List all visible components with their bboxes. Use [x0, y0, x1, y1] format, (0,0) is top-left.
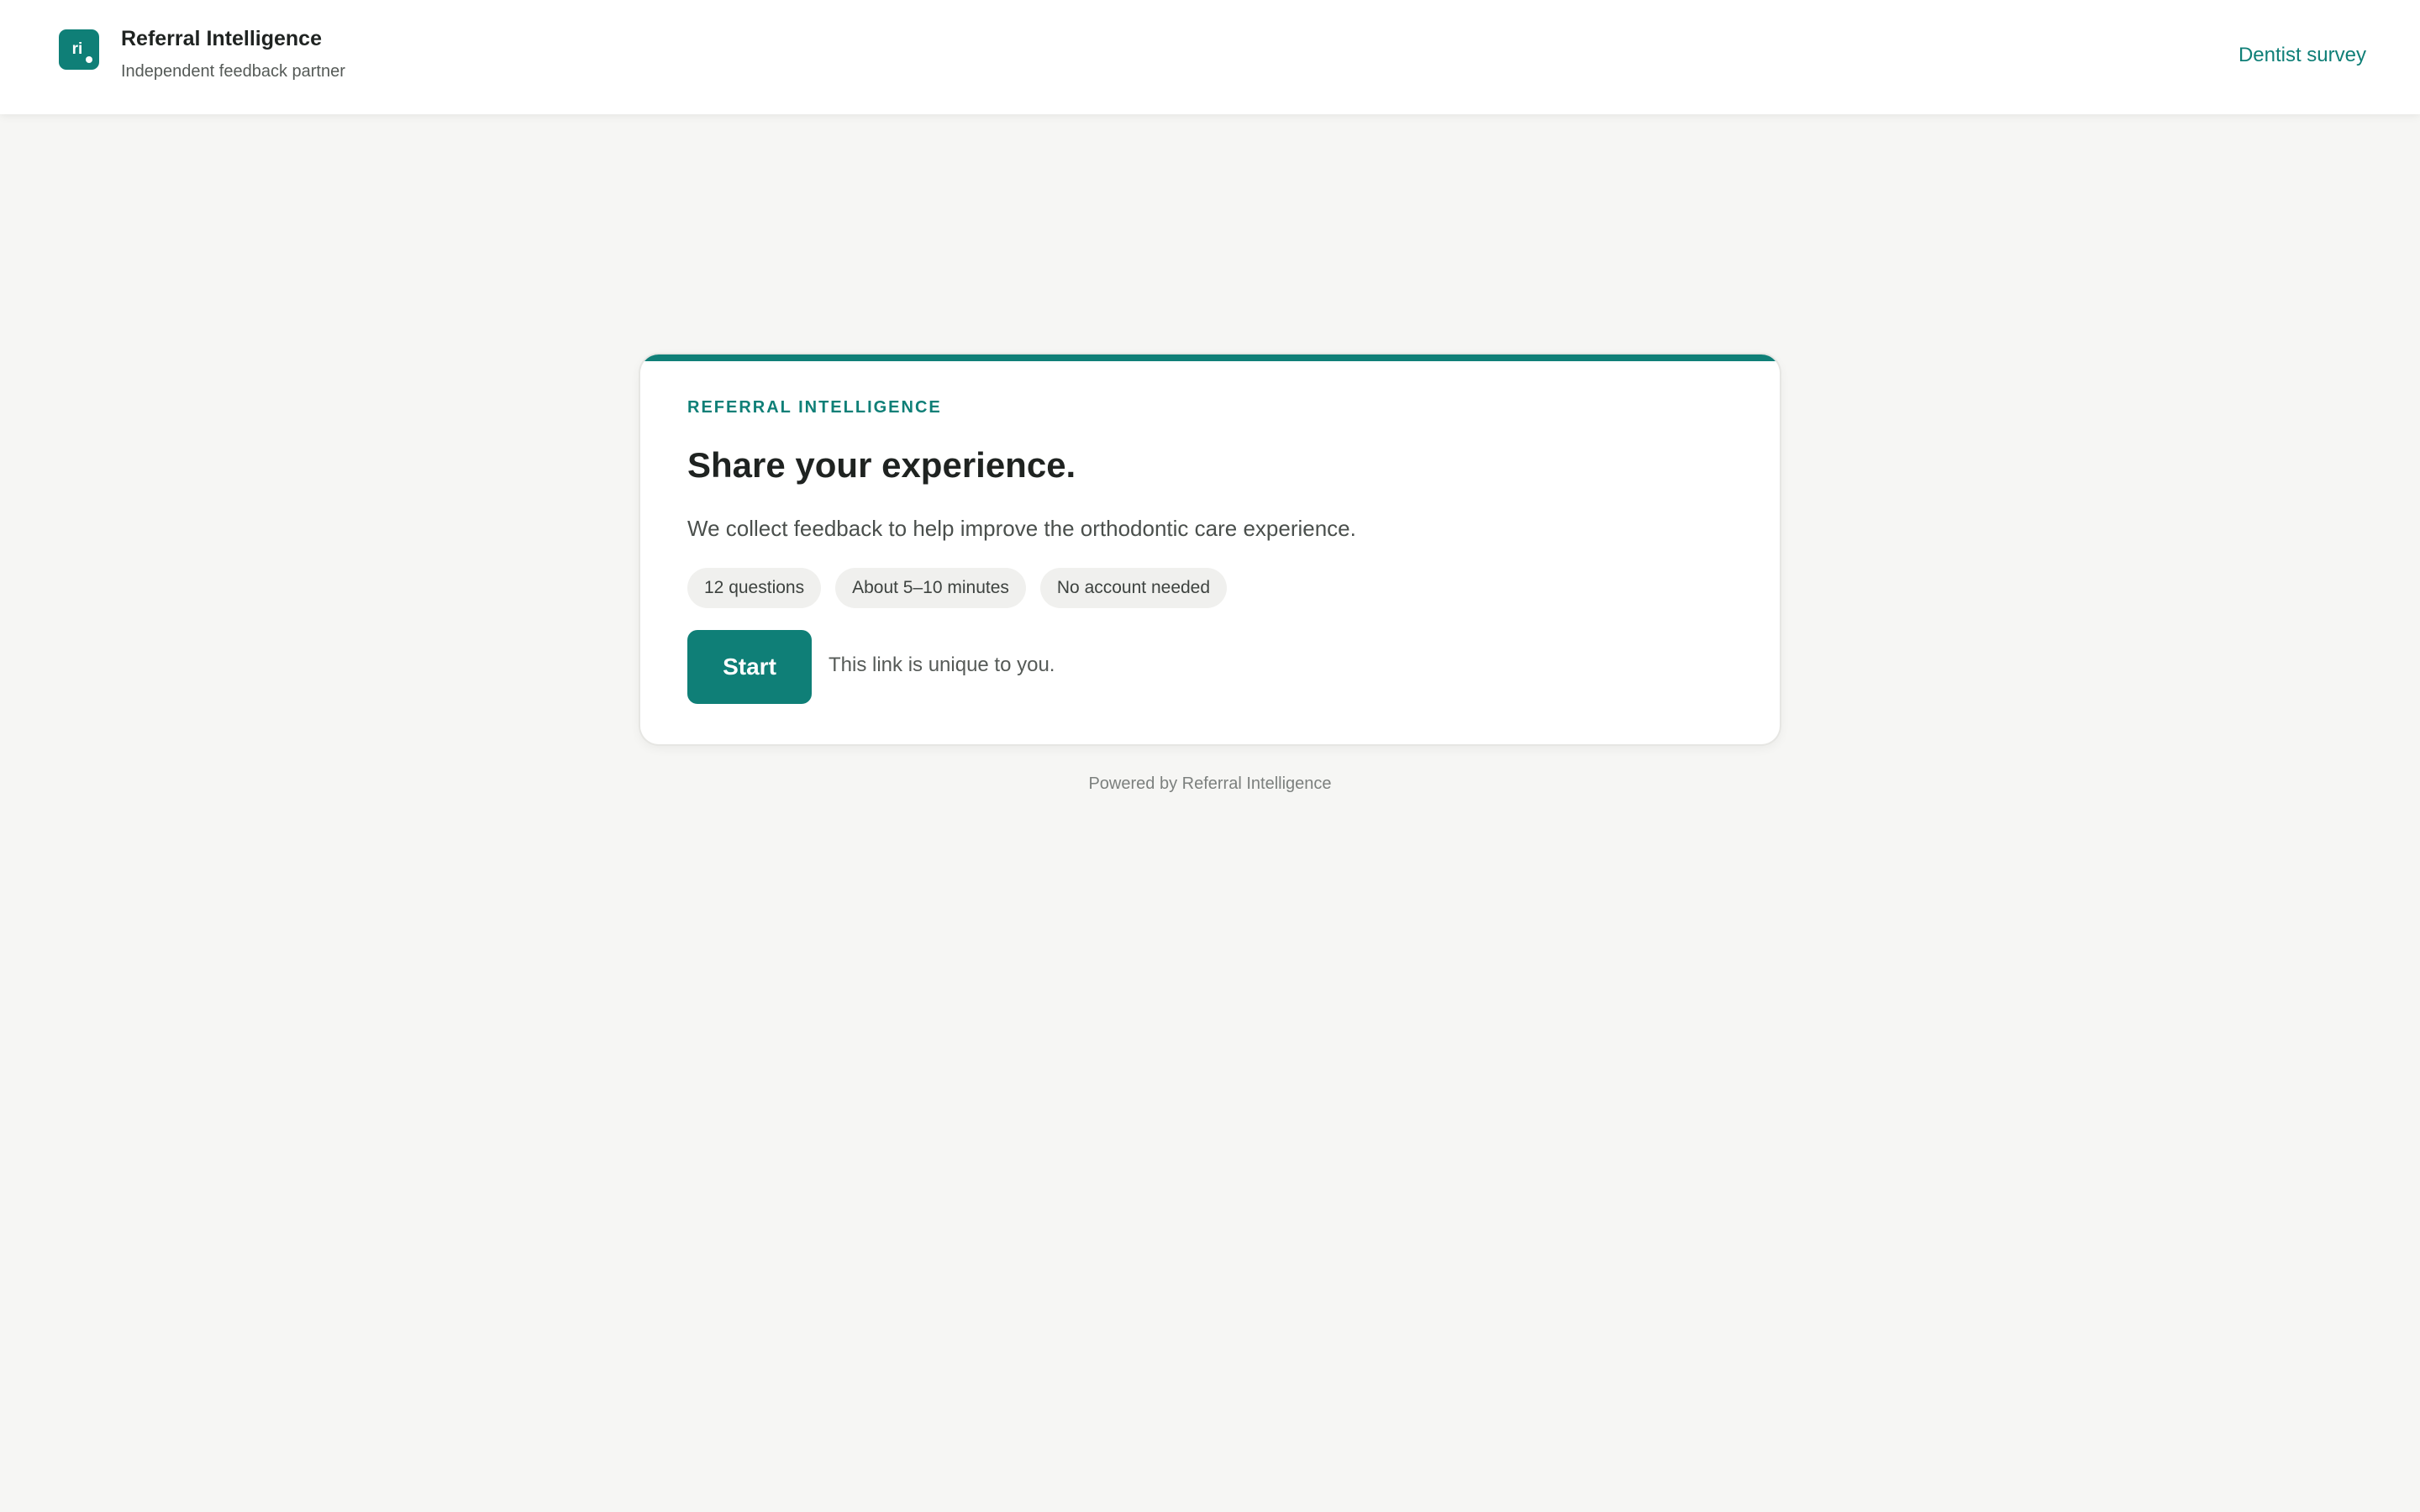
powered-by-footer: Powered by Referral Intelligence: [1088, 774, 1332, 793]
brand-logo-dot: [86, 56, 92, 63]
survey-intro-card: REFERRAL INTELLIGENCE Share your experie…: [640, 354, 1780, 744]
brand-tagline: Independent feedback partner: [121, 62, 345, 81]
pill-duration: About 5–10 minutes: [835, 568, 1026, 608]
brand-logo-icon: ri: [59, 29, 99, 70]
unique-link-note: This link is unique to you.: [829, 654, 1055, 676]
brand-name: Referral Intelligence: [121, 27, 322, 50]
card-accent-bar: [640, 354, 1780, 361]
card-title: Share your experience.: [687, 445, 1076, 485]
card-description: We collect feedback to help improve the …: [687, 516, 1356, 541]
start-button[interactable]: Start: [687, 630, 812, 704]
card-eyebrow: REFERRAL INTELLIGENCE: [687, 398, 942, 417]
brand-logo-text: ri: [71, 40, 83, 58]
top-header: ri Referral Intelligence Independent fee…: [0, 0, 2420, 114]
dentist-survey-link[interactable]: Dentist survey: [2238, 44, 2366, 67]
survey-info-pills: 12 questions About 5–10 minutes No accou…: [687, 568, 1228, 608]
pill-no-account: No account needed: [1039, 568, 1228, 608]
pill-question-count: 12 questions: [687, 568, 822, 608]
